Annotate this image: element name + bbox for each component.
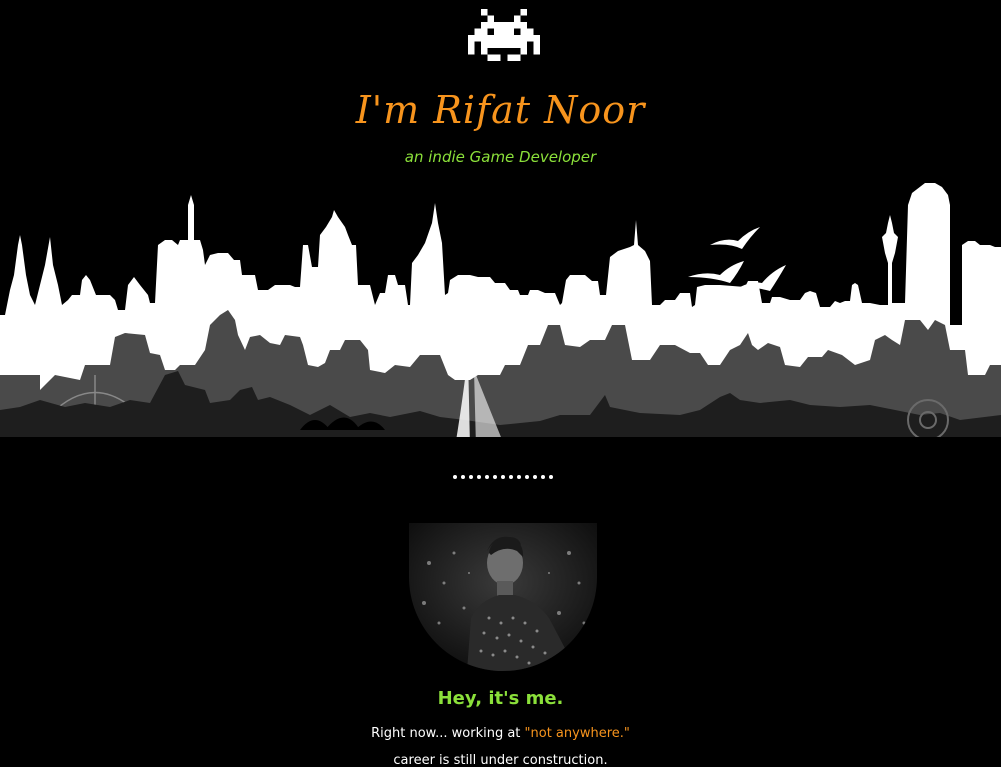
space-invader-icon	[468, 8, 540, 62]
page-subtitle: an indie Game Developer	[404, 148, 597, 166]
dotted-divider	[453, 475, 553, 479]
status-line-2: career is still under construction.	[393, 753, 608, 767]
city-skyline-illustration	[0, 183, 1001, 450]
profile-photo	[409, 523, 597, 671]
greeting-heading: Hey, it's me.	[437, 688, 564, 709]
status-line: Right now... working at "not anywhere."	[0, 726, 1001, 741]
page-title: I'm Rifat Noor	[355, 88, 646, 132]
birds-icon	[688, 227, 786, 291]
status-highlight: "not anywhere."	[524, 726, 630, 741]
status-prefix: Right now... working at	[371, 726, 525, 741]
